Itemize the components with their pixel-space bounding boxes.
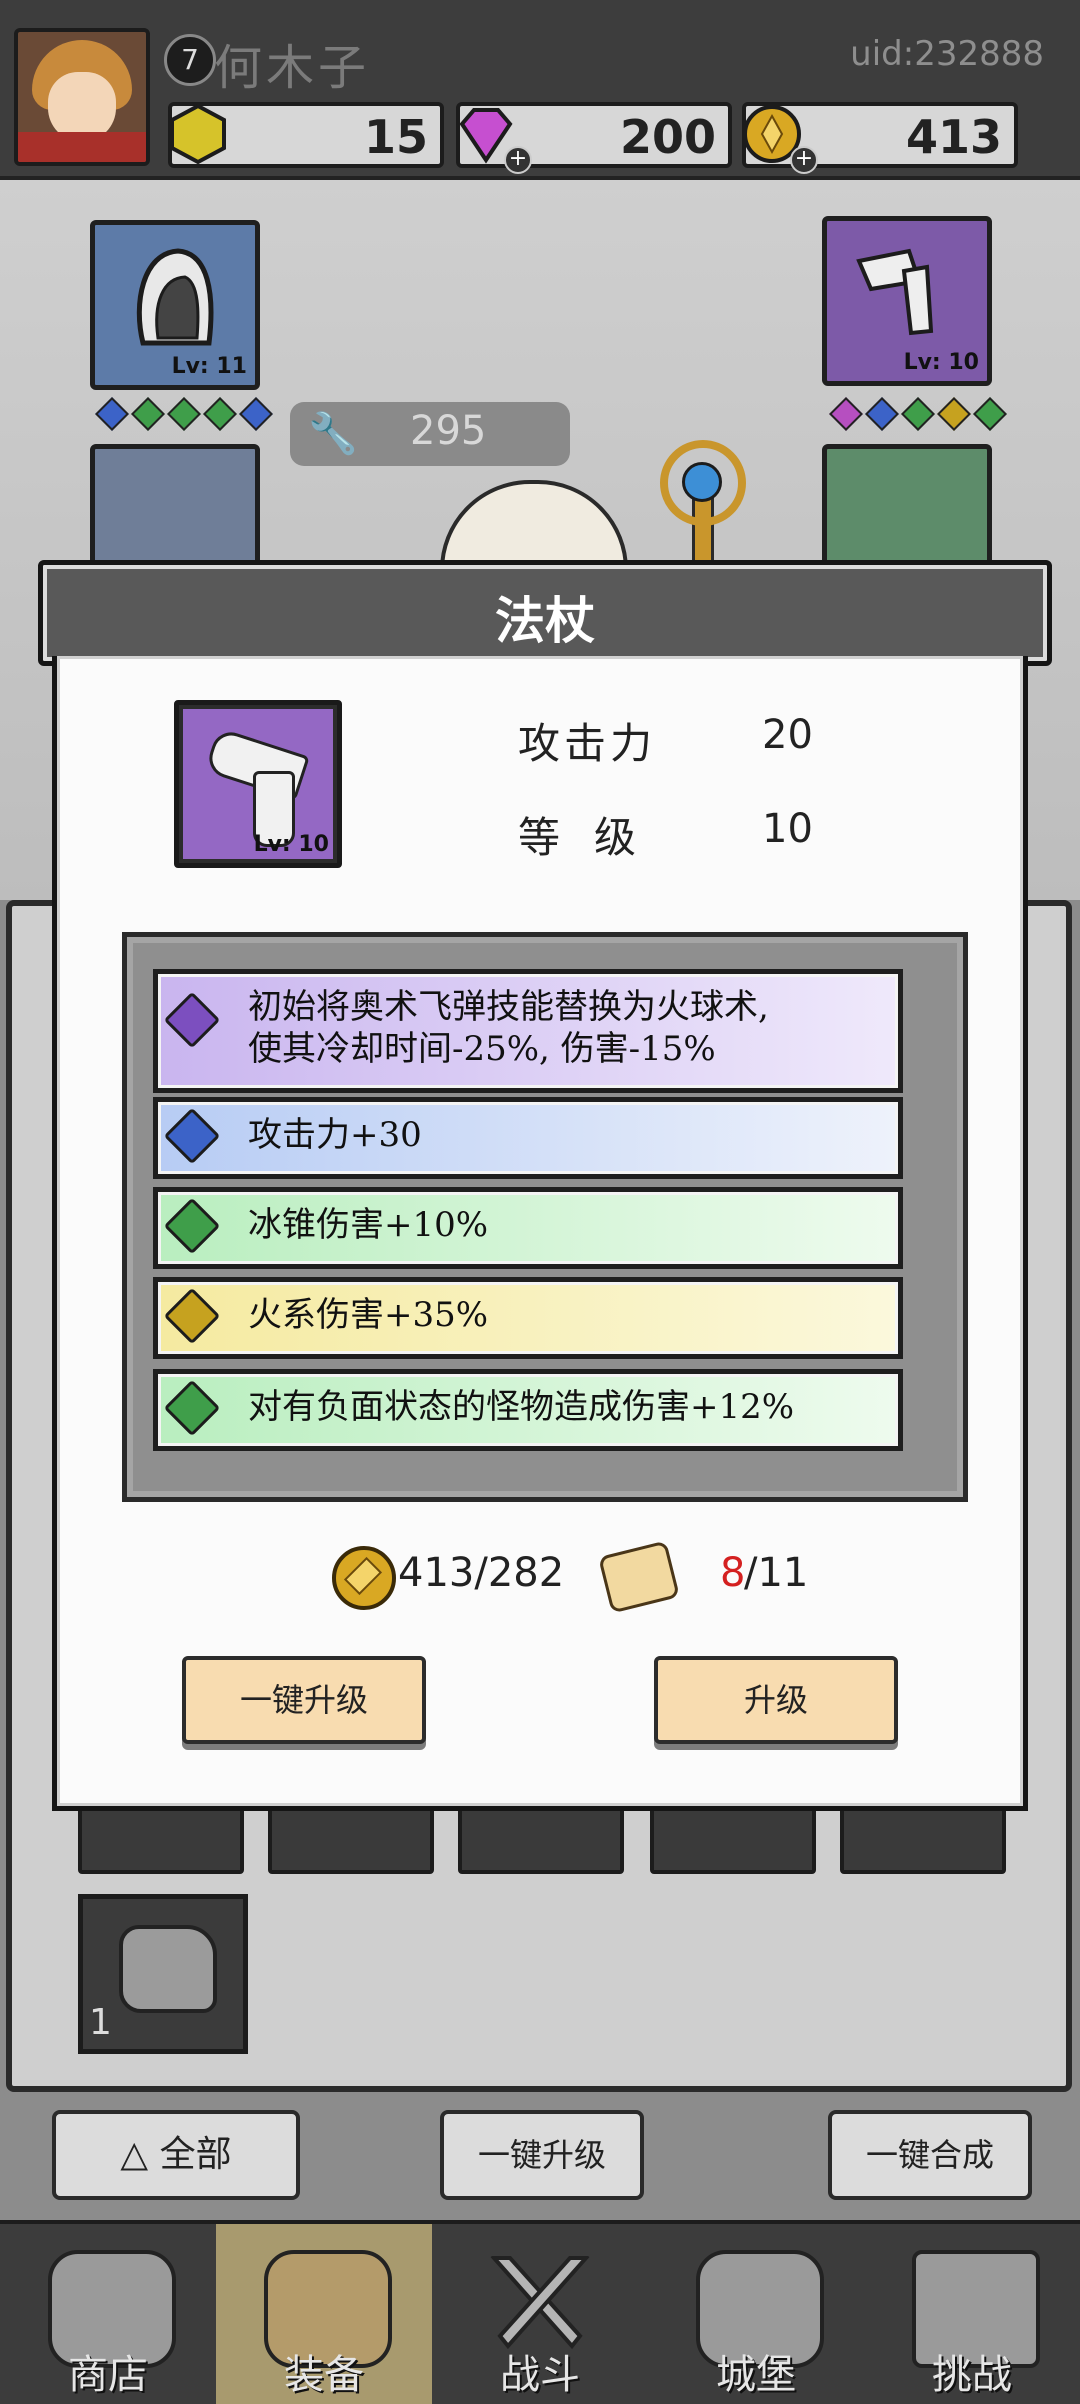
affix-row: 对有负面状态的怪物造成伤害+12% xyxy=(153,1369,903,1451)
affix-line: 初始将奥术飞弹技能替换为火球术, xyxy=(248,987,769,1027)
attack-label: 攻击力 xyxy=(518,719,657,768)
bottom-nav: 商店 装备 战斗 城堡 挑战 xyxy=(0,2220,1080,2404)
gem-green-icon xyxy=(163,1197,221,1255)
item-level-badge: Lv: 10 xyxy=(253,832,329,857)
coin-diamond-shape xyxy=(343,1556,383,1596)
nav-shop-label: 商店 xyxy=(68,2352,148,2398)
player-name: 何木子 xyxy=(214,40,371,96)
item-detail-dialog: 法杖 Lv: 10 攻击力 20 等级 10 初始将奥术飞弹技能替换为火球术, … xyxy=(38,560,1052,1818)
diamond-counter: + 200 xyxy=(456,102,732,174)
scroll-owned: 8 xyxy=(720,1550,746,1596)
upgrade-all-button[interactable]: 一键升级 xyxy=(440,2110,644,2200)
quick-upgrade-button[interactable]: 一键升级 xyxy=(182,1656,426,1744)
nav-battle[interactable]: 战斗 xyxy=(432,2224,648,2404)
player-avatar[interactable] xyxy=(14,28,150,166)
gem-purple-icon xyxy=(163,991,221,1049)
gem-green-icon xyxy=(901,397,935,431)
combat-power-value: 295 xyxy=(410,408,487,454)
wrench-icon: 🔧 xyxy=(308,411,358,457)
weapon-gem-row xyxy=(828,397,1008,432)
gem-green-icon xyxy=(163,1379,221,1437)
upgrade-button[interactable]: 升级 xyxy=(654,1656,898,1744)
affix-text: 初始将奥术飞弹技能替换为火球术, 使其冷却时间-25%, 伤害-15% xyxy=(248,986,769,1070)
nav-shop[interactable]: 商店 xyxy=(0,2224,216,2404)
attack-value: 20 xyxy=(762,712,813,758)
hex-gem-icon xyxy=(170,103,226,165)
helmet-slot[interactable]: Lv: 11 xyxy=(90,220,260,390)
ore-count: 1 xyxy=(89,2002,112,2043)
hex-gem-value: 15 xyxy=(363,110,428,164)
dialog-header: 法杖 xyxy=(38,560,1052,666)
inventory-slot-ore[interactable]: 1 xyxy=(78,1894,248,2054)
affix-row: 火系伤害+35% xyxy=(153,1277,903,1359)
gem-blue-icon xyxy=(95,397,129,431)
merge-all-button[interactable]: 一键合成 xyxy=(828,2110,1032,2200)
affix-panel: 初始将奥术飞弹技能替换为火球术, 使其冷却时间-25%, 伤害-15% 攻击力+… xyxy=(122,932,968,1502)
filter-all-label: 全部 xyxy=(159,2134,232,2175)
hood-icon xyxy=(136,248,214,346)
ore-icon xyxy=(119,1925,217,2013)
gem-green-icon xyxy=(203,397,237,431)
scroll-required: /11 xyxy=(744,1550,809,1596)
nav-equipment-label: 装备 xyxy=(284,2352,364,2398)
gem-green-icon xyxy=(973,397,1007,431)
gold-cost: 413/282 xyxy=(398,1550,565,1596)
affix-text: 攻击力+30 xyxy=(248,1115,422,1155)
coin-icon xyxy=(332,1546,396,1610)
add-coin-button[interactable]: + xyxy=(790,146,818,174)
player-uid: uid:232888 xyxy=(850,34,1044,74)
nav-battle-label: 战斗 xyxy=(500,2352,580,2398)
avatar-cloak xyxy=(18,132,146,162)
gem-blue-icon xyxy=(865,397,899,431)
hex-gem-counter: 15 xyxy=(168,102,444,168)
gem-gold-icon xyxy=(163,1287,221,1345)
gem-green-icon xyxy=(131,397,165,431)
affix-row: 初始将奥术飞弹技能替换为火球术, 使其冷却时间-25%, 伤害-15% xyxy=(153,969,903,1093)
nav-challenge-label: 挑战 xyxy=(932,2352,1012,2398)
nav-challenge[interactable]: 挑战 xyxy=(864,2224,1080,2404)
helmet-level: Lv: 11 xyxy=(171,354,247,379)
gem-blue-icon xyxy=(163,1107,221,1165)
weapon-slot[interactable]: Lv: 10 xyxy=(822,216,992,386)
add-diamond-button[interactable]: + xyxy=(504,146,532,174)
player-level-badge: 7 xyxy=(164,34,216,86)
gem-green-icon xyxy=(167,397,201,431)
affix-row: 攻击力+30 xyxy=(153,1097,903,1179)
triangle-up-icon: △ xyxy=(120,2134,160,2175)
bracer-icon xyxy=(856,248,934,336)
nav-equipment[interactable]: 装备 xyxy=(216,2224,432,2404)
gem-gold-icon xyxy=(937,397,971,431)
combat-power-box: 🔧 295 xyxy=(290,402,570,466)
diamond-value: 200 xyxy=(619,110,716,164)
gem-blue-icon xyxy=(239,397,273,431)
affix-text: 冰锥伤害+10% xyxy=(248,1205,489,1245)
staff-orb xyxy=(682,462,722,502)
level-label: 等级 xyxy=(518,813,671,862)
dialog-title: 法杖 xyxy=(495,591,595,650)
coin-counter: + 413 xyxy=(742,102,1018,174)
affix-text: 对有负面状态的怪物造成伤害+12% xyxy=(248,1387,795,1427)
affix-text: 火系伤害+35% xyxy=(248,1295,489,1335)
nav-castle[interactable]: 城堡 xyxy=(648,2224,864,2404)
coin-value: 413 xyxy=(905,110,1002,164)
gem-purple-icon xyxy=(829,397,863,431)
item-icon: Lv: 10 xyxy=(174,700,342,868)
nav-castle-label: 城堡 xyxy=(716,2352,796,2398)
top-bar: 7 何木子 uid:232888 15 + 200 + 413 xyxy=(0,0,1080,180)
weapon-level: Lv: 10 xyxy=(903,350,979,375)
affix-row: 冰锥伤害+10% xyxy=(153,1187,903,1269)
filter-all-button[interactable]: △ 全部 xyxy=(52,2110,300,2200)
affix-line: 使其冷却时间-25%, 伤害-15% xyxy=(248,1029,716,1069)
helmet-gem-row xyxy=(94,397,274,432)
level-value: 10 xyxy=(762,806,813,852)
